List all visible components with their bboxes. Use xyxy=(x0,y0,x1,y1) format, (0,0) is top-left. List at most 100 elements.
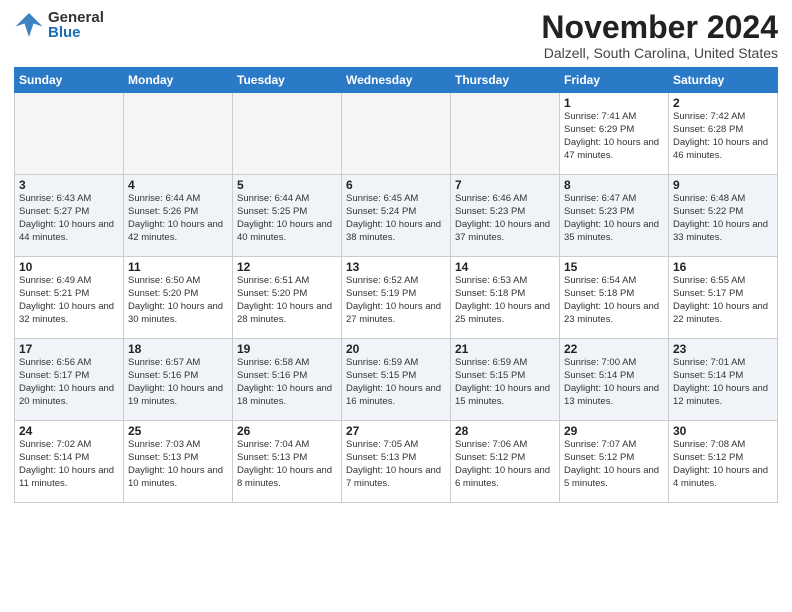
day-number: 3 xyxy=(19,178,119,192)
calendar-cell-day: 20Sunrise: 6:59 AMSunset: 5:15 PMDayligh… xyxy=(342,339,451,421)
calendar-cell-day: 21Sunrise: 6:59 AMSunset: 5:15 PMDayligh… xyxy=(451,339,560,421)
day-info: Sunrise: 6:48 AMSunset: 5:22 PMDaylight:… xyxy=(673,193,773,244)
day-number: 10 xyxy=(19,260,119,274)
logo-bird-icon xyxy=(14,10,44,40)
day-info: Sunrise: 6:46 AMSunset: 5:23 PMDaylight:… xyxy=(455,193,555,244)
calendar-header-thursday: Thursday xyxy=(451,68,560,93)
logo: General Blue xyxy=(14,10,104,40)
calendar-cell-day: 6Sunrise: 6:45 AMSunset: 5:24 PMDaylight… xyxy=(342,175,451,257)
day-info: Sunrise: 6:45 AMSunset: 5:24 PMDaylight:… xyxy=(346,193,446,244)
calendar-cell-day: 26Sunrise: 7:04 AMSunset: 5:13 PMDayligh… xyxy=(233,421,342,503)
calendar-cell-empty xyxy=(15,93,124,175)
day-info: Sunrise: 7:03 AMSunset: 5:13 PMDaylight:… xyxy=(128,439,228,490)
day-number: 24 xyxy=(19,424,119,438)
day-info: Sunrise: 6:47 AMSunset: 5:23 PMDaylight:… xyxy=(564,193,664,244)
calendar-header-friday: Friday xyxy=(560,68,669,93)
calendar-header-wednesday: Wednesday xyxy=(342,68,451,93)
day-number: 23 xyxy=(673,342,773,356)
logo-text: General Blue xyxy=(48,10,104,40)
day-number: 6 xyxy=(346,178,446,192)
day-info: Sunrise: 6:57 AMSunset: 5:16 PMDaylight:… xyxy=(128,357,228,408)
logo-blue: Blue xyxy=(48,25,104,40)
calendar-table: SundayMondayTuesdayWednesdayThursdayFrid… xyxy=(14,67,778,503)
day-number: 5 xyxy=(237,178,337,192)
month-title: November 2024 xyxy=(541,10,778,45)
day-info: Sunrise: 6:51 AMSunset: 5:20 PMDaylight:… xyxy=(237,275,337,326)
day-info: Sunrise: 6:53 AMSunset: 5:18 PMDaylight:… xyxy=(455,275,555,326)
calendar-cell-day: 29Sunrise: 7:07 AMSunset: 5:12 PMDayligh… xyxy=(560,421,669,503)
day-number: 16 xyxy=(673,260,773,274)
day-info: Sunrise: 6:56 AMSunset: 5:17 PMDaylight:… xyxy=(19,357,119,408)
day-info: Sunrise: 7:02 AMSunset: 5:14 PMDaylight:… xyxy=(19,439,119,490)
calendar-cell-day: 9Sunrise: 6:48 AMSunset: 5:22 PMDaylight… xyxy=(669,175,778,257)
day-info: Sunrise: 7:41 AMSunset: 6:29 PMDaylight:… xyxy=(564,111,664,162)
day-info: Sunrise: 6:50 AMSunset: 5:20 PMDaylight:… xyxy=(128,275,228,326)
calendar-week-row: 10Sunrise: 6:49 AMSunset: 5:21 PMDayligh… xyxy=(15,257,778,339)
day-info: Sunrise: 6:44 AMSunset: 5:26 PMDaylight:… xyxy=(128,193,228,244)
logo-general: General xyxy=(48,10,104,25)
day-number: 25 xyxy=(128,424,228,438)
day-info: Sunrise: 6:59 AMSunset: 5:15 PMDaylight:… xyxy=(346,357,446,408)
calendar-header-saturday: Saturday xyxy=(669,68,778,93)
calendar-cell-day: 13Sunrise: 6:52 AMSunset: 5:19 PMDayligh… xyxy=(342,257,451,339)
calendar-cell-day: 24Sunrise: 7:02 AMSunset: 5:14 PMDayligh… xyxy=(15,421,124,503)
calendar-cell-day: 15Sunrise: 6:54 AMSunset: 5:18 PMDayligh… xyxy=(560,257,669,339)
calendar-cell-day: 18Sunrise: 6:57 AMSunset: 5:16 PMDayligh… xyxy=(124,339,233,421)
day-info: Sunrise: 7:04 AMSunset: 5:13 PMDaylight:… xyxy=(237,439,337,490)
calendar-cell-empty xyxy=(233,93,342,175)
day-info: Sunrise: 6:58 AMSunset: 5:16 PMDaylight:… xyxy=(237,357,337,408)
day-info: Sunrise: 6:59 AMSunset: 5:15 PMDaylight:… xyxy=(455,357,555,408)
calendar-header-row: SundayMondayTuesdayWednesdayThursdayFrid… xyxy=(15,68,778,93)
day-number: 27 xyxy=(346,424,446,438)
page: General Blue November 2024 Dalzell, Sout… xyxy=(0,0,792,612)
title-block: November 2024 Dalzell, South Carolina, U… xyxy=(541,10,778,61)
calendar-cell-day: 3Sunrise: 6:43 AMSunset: 5:27 PMDaylight… xyxy=(15,175,124,257)
day-number: 28 xyxy=(455,424,555,438)
day-info: Sunrise: 7:42 AMSunset: 6:28 PMDaylight:… xyxy=(673,111,773,162)
day-number: 14 xyxy=(455,260,555,274)
day-info: Sunrise: 7:00 AMSunset: 5:14 PMDaylight:… xyxy=(564,357,664,408)
calendar-header-tuesday: Tuesday xyxy=(233,68,342,93)
day-info: Sunrise: 6:49 AMSunset: 5:21 PMDaylight:… xyxy=(19,275,119,326)
day-info: Sunrise: 6:44 AMSunset: 5:25 PMDaylight:… xyxy=(237,193,337,244)
day-number: 4 xyxy=(128,178,228,192)
day-info: Sunrise: 7:05 AMSunset: 5:13 PMDaylight:… xyxy=(346,439,446,490)
day-number: 20 xyxy=(346,342,446,356)
calendar-cell-day: 8Sunrise: 6:47 AMSunset: 5:23 PMDaylight… xyxy=(560,175,669,257)
calendar-cell-day: 28Sunrise: 7:06 AMSunset: 5:12 PMDayligh… xyxy=(451,421,560,503)
day-info: Sunrise: 6:52 AMSunset: 5:19 PMDaylight:… xyxy=(346,275,446,326)
day-number: 11 xyxy=(128,260,228,274)
calendar-week-row: 3Sunrise: 6:43 AMSunset: 5:27 PMDaylight… xyxy=(15,175,778,257)
calendar-cell-day: 4Sunrise: 6:44 AMSunset: 5:26 PMDaylight… xyxy=(124,175,233,257)
calendar-cell-day: 12Sunrise: 6:51 AMSunset: 5:20 PMDayligh… xyxy=(233,257,342,339)
calendar-cell-day: 30Sunrise: 7:08 AMSunset: 5:12 PMDayligh… xyxy=(669,421,778,503)
header: General Blue November 2024 Dalzell, Sout… xyxy=(14,10,778,61)
day-number: 13 xyxy=(346,260,446,274)
day-number: 12 xyxy=(237,260,337,274)
calendar-week-row: 1Sunrise: 7:41 AMSunset: 6:29 PMDaylight… xyxy=(15,93,778,175)
calendar-cell-day: 5Sunrise: 6:44 AMSunset: 5:25 PMDaylight… xyxy=(233,175,342,257)
day-number: 7 xyxy=(455,178,555,192)
day-number: 15 xyxy=(564,260,664,274)
calendar-cell-day: 14Sunrise: 6:53 AMSunset: 5:18 PMDayligh… xyxy=(451,257,560,339)
location: Dalzell, South Carolina, United States xyxy=(541,45,778,61)
calendar-cell-day: 16Sunrise: 6:55 AMSunset: 5:17 PMDayligh… xyxy=(669,257,778,339)
calendar-cell-day: 23Sunrise: 7:01 AMSunset: 5:14 PMDayligh… xyxy=(669,339,778,421)
calendar-week-row: 17Sunrise: 6:56 AMSunset: 5:17 PMDayligh… xyxy=(15,339,778,421)
day-number: 30 xyxy=(673,424,773,438)
day-info: Sunrise: 6:55 AMSunset: 5:17 PMDaylight:… xyxy=(673,275,773,326)
calendar-header-sunday: Sunday xyxy=(15,68,124,93)
day-number: 21 xyxy=(455,342,555,356)
day-number: 2 xyxy=(673,96,773,110)
day-info: Sunrise: 7:01 AMSunset: 5:14 PMDaylight:… xyxy=(673,357,773,408)
day-number: 18 xyxy=(128,342,228,356)
day-number: 8 xyxy=(564,178,664,192)
day-number: 29 xyxy=(564,424,664,438)
day-number: 1 xyxy=(564,96,664,110)
day-number: 17 xyxy=(19,342,119,356)
calendar-cell-day: 27Sunrise: 7:05 AMSunset: 5:13 PMDayligh… xyxy=(342,421,451,503)
day-info: Sunrise: 6:43 AMSunset: 5:27 PMDaylight:… xyxy=(19,193,119,244)
calendar-cell-day: 7Sunrise: 6:46 AMSunset: 5:23 PMDaylight… xyxy=(451,175,560,257)
calendar-cell-day: 11Sunrise: 6:50 AMSunset: 5:20 PMDayligh… xyxy=(124,257,233,339)
calendar-week-row: 24Sunrise: 7:02 AMSunset: 5:14 PMDayligh… xyxy=(15,421,778,503)
